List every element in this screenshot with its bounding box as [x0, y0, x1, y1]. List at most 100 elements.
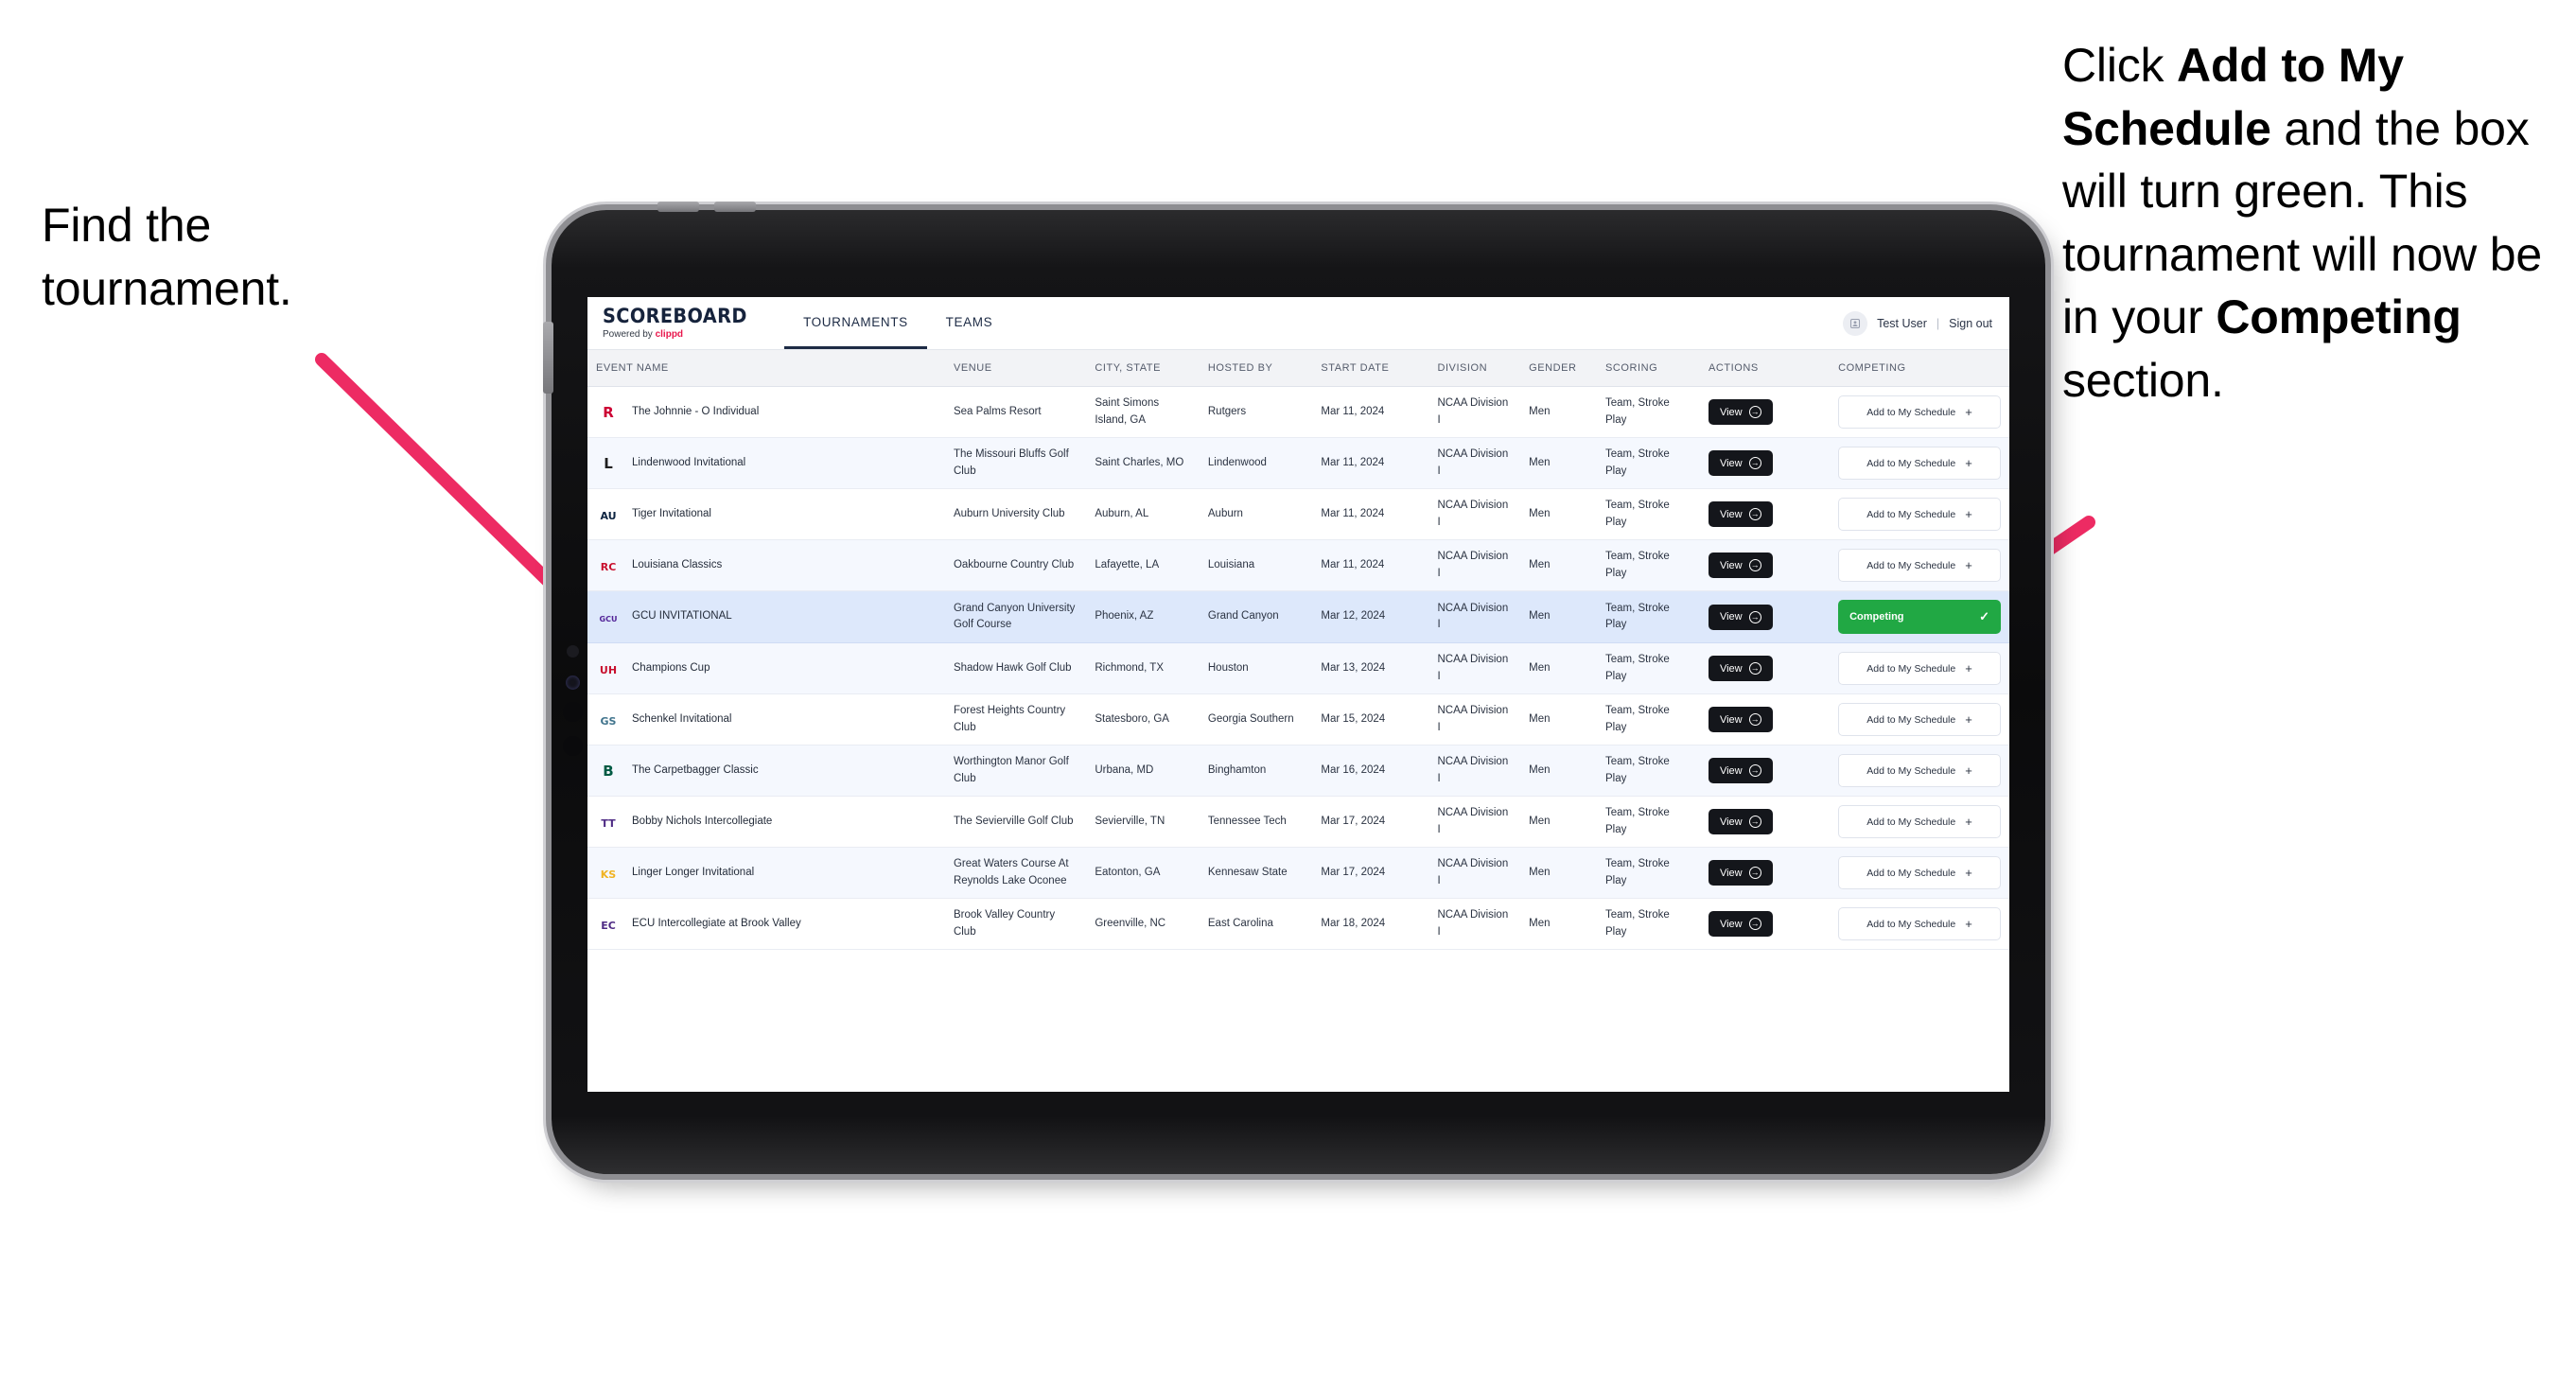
cell-event-name: GS Schenkel Invitational: [587, 693, 945, 746]
view-button[interactable]: View →: [1708, 809, 1773, 834]
cell-gender: Men: [1520, 488, 1597, 540]
tab-teams[interactable]: TEAMS: [927, 297, 1012, 349]
powered-by-text: Powered by: [603, 329, 656, 340]
kennesaw-state-owls-logo: KS: [596, 862, 621, 885]
competing-button[interactable]: Competing ✓: [1838, 600, 2001, 634]
cell-city-state: Saint Charles, MO: [1086, 437, 1200, 489]
cell-division: NCAA Division I: [1428, 847, 1521, 899]
view-button[interactable]: View →: [1708, 501, 1773, 527]
cell-hosted-by: Tennessee Tech: [1199, 796, 1313, 848]
view-button[interactable]: View →: [1708, 553, 1773, 578]
event-name-text: Champions Cup: [632, 661, 710, 674]
sign-out-link[interactable]: Sign out: [1949, 317, 1992, 330]
tab-tournaments[interactable]: TOURNAMENTS: [784, 297, 927, 349]
annotation-left-line2: tournament.: [42, 261, 292, 315]
column-division[interactable]: DIVISION: [1428, 350, 1521, 387]
cell-hosted-by: Lindenwood: [1199, 437, 1313, 489]
add-to-my-schedule-button[interactable]: Add to My Schedule +: [1838, 805, 2001, 838]
view-button[interactable]: View →: [1708, 911, 1773, 937]
table-row[interactable]: GCU GCU INVITATIONAL Grand Canyon Univer…: [587, 590, 2009, 643]
event-name-text: The Carpetbagger Classic: [632, 763, 759, 776]
view-button[interactable]: View →: [1708, 604, 1773, 630]
add-to-my-schedule-button[interactable]: Add to My Schedule +: [1838, 549, 2001, 582]
table-row[interactable]: AU Tiger Invitational Auburn University …: [587, 488, 2009, 540]
cell-venue: Grand Canyon University Golf Course: [944, 590, 1087, 643]
cell-city-state: Greenville, NC: [1086, 898, 1200, 950]
table-row[interactable]: L Lindenwood Invitational The Missouri B…: [587, 437, 2009, 489]
cell-actions: View →: [1699, 386, 1831, 438]
cell-city-state: Lafayette, LA: [1086, 539, 1200, 591]
cell-start-date: Mar 11, 2024: [1312, 437, 1429, 489]
cell-division: NCAA Division I: [1428, 590, 1521, 643]
cell-venue: Auburn University Club: [944, 488, 1087, 540]
louisiana-ragin-cajuns-logo: RC: [596, 554, 621, 577]
add-to-my-schedule-button[interactable]: Add to My Schedule +: [1838, 754, 2001, 787]
add-to-my-schedule-button[interactable]: Add to My Schedule +: [1838, 395, 2001, 429]
table-row[interactable]: EC ECU Intercollegiate at Brook Valley B…: [587, 898, 2009, 950]
add-to-my-schedule-button[interactable]: Add to My Schedule +: [1838, 498, 2001, 531]
column-hosted-by[interactable]: HOSTED BY: [1199, 350, 1313, 387]
column-city-state[interactable]: CITY, STATE: [1086, 350, 1200, 387]
table-row[interactable]: R The Johnnie - O Individual Sea Palms R…: [587, 386, 2009, 438]
east-carolina-pirates-logo: EC: [596, 913, 621, 936]
add-to-my-schedule-label: Add to My Schedule: [1866, 457, 1956, 469]
event-name-text: GCU INVITATIONAL: [632, 610, 732, 623]
competing-label: Competing: [1849, 611, 1904, 623]
user-avatar-icon[interactable]: [1843, 310, 1868, 336]
table-row[interactable]: GS Schenkel Invitational Forest Heights …: [587, 693, 2009, 746]
column-event-name[interactable]: EVENT NAME: [587, 350, 945, 387]
cell-scoring: Team, Stroke Play: [1596, 898, 1700, 950]
table-row[interactable]: UH Champions Cup Shadow Hawk Golf Club R…: [587, 642, 2009, 694]
arrow-right-circle-icon: →: [1748, 508, 1761, 520]
view-button[interactable]: View →: [1708, 399, 1773, 425]
table-row[interactable]: B The Carpetbagger Classic Worthington M…: [587, 745, 2009, 797]
add-to-my-schedule-label: Add to My Schedule: [1866, 662, 1956, 675]
volume-up-button[interactable]: [657, 202, 699, 212]
cell-start-date: Mar 13, 2024: [1312, 642, 1429, 694]
column-actions[interactable]: ACTIONS: [1699, 350, 1831, 387]
svg-text:GS: GS: [601, 715, 617, 728]
view-button[interactable]: View →: [1708, 656, 1773, 681]
view-button[interactable]: View →: [1708, 860, 1773, 886]
cell-hosted-by: Binghamton: [1199, 745, 1313, 797]
view-button[interactable]: View →: [1708, 758, 1773, 783]
table-row[interactable]: KS Linger Longer Invitational Great Wate…: [587, 847, 2009, 899]
add-to-my-schedule-button[interactable]: Add to My Schedule +: [1838, 907, 2001, 940]
view-button[interactable]: View →: [1708, 707, 1773, 732]
cell-hosted-by: Grand Canyon: [1199, 590, 1313, 643]
cell-venue: Worthington Manor Golf Club: [944, 745, 1087, 797]
cell-competing: Add to My Schedule +: [1830, 488, 2009, 540]
cell-venue: Sea Palms Resort: [944, 386, 1087, 438]
column-gender[interactable]: GENDER: [1520, 350, 1597, 387]
cell-gender: Men: [1520, 437, 1597, 489]
table-row[interactable]: TT Bobby Nichols Intercollegiate The Sev…: [587, 796, 2009, 848]
power-button[interactable]: [543, 322, 553, 394]
plus-icon: +: [1965, 763, 1972, 778]
cell-event-name: TT Bobby Nichols Intercollegiate: [587, 796, 945, 848]
column-venue[interactable]: VENUE: [944, 350, 1087, 387]
header-spacer: [1011, 297, 1843, 349]
cell-scoring: Team, Stroke Play: [1596, 437, 1700, 489]
column-competing[interactable]: COMPETING: [1830, 350, 2009, 387]
cell-hosted-by: Georgia Southern: [1199, 693, 1313, 746]
column-start-date[interactable]: START DATE: [1312, 350, 1429, 387]
view-label: View: [1719, 918, 1743, 930]
cell-division: NCAA Division I: [1428, 437, 1521, 489]
add-to-my-schedule-button[interactable]: Add to My Schedule +: [1838, 447, 2001, 480]
column-scoring[interactable]: SCORING: [1596, 350, 1700, 387]
tournaments-table-container[interactable]: EVENT NAME VENUE CITY, STATE HOSTED BY S…: [587, 350, 2009, 1092]
add-to-my-schedule-button[interactable]: Add to My Schedule +: [1838, 652, 2001, 685]
view-button[interactable]: View →: [1708, 450, 1773, 476]
cell-start-date: Mar 16, 2024: [1312, 745, 1429, 797]
volume-down-button[interactable]: [714, 202, 756, 212]
view-label: View: [1719, 764, 1743, 777]
add-to-my-schedule-button[interactable]: Add to My Schedule +: [1838, 856, 2001, 889]
table-row[interactable]: RC Louisiana Classics Oakbourne Country …: [587, 539, 2009, 591]
table-header: EVENT NAME VENUE CITY, STATE HOSTED BY S…: [587, 350, 2009, 387]
table-header-row: EVENT NAME VENUE CITY, STATE HOSTED BY S…: [587, 350, 2009, 387]
user-name[interactable]: Test User: [1877, 317, 1927, 330]
add-to-my-schedule-label: Add to My Schedule: [1866, 918, 1956, 930]
add-to-my-schedule-button[interactable]: Add to My Schedule +: [1838, 703, 2001, 736]
tablet-screen: SCOREBOARD Powered by clippd TOURNAMENTS…: [587, 297, 2009, 1092]
auburn-tigers-logo: AU: [596, 503, 621, 526]
